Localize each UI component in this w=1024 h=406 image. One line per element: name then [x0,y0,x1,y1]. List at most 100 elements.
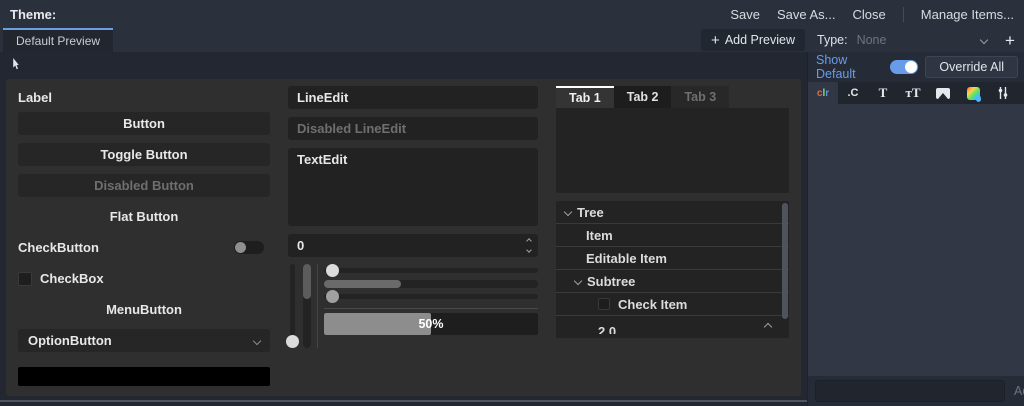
preview-h-slider-2[interactable] [324,290,538,303]
preview-v-scrollbar[interactable] [303,264,311,348]
preview-h-slider[interactable] [324,264,538,277]
checkbox-icon[interactable] [18,271,32,286]
pick-item-icon[interactable] [10,58,21,73]
tree-range-value: 2.0 [598,324,617,334]
tree-check-item-label: Check Item [618,296,688,312]
topbar-actions: Save Save As... Close Manage Items... [730,6,1014,22]
tab-font-size-items[interactable]: тT [898,82,928,104]
close-button[interactable]: Close [853,7,886,22]
chevron-down-icon[interactable] [526,247,532,253]
chevron-down-icon [979,35,989,45]
tree-scrollbar[interactable] [782,203,788,319]
show-default-toggle[interactable] [890,60,919,74]
preview-h-scrollbar[interactable] [324,280,538,288]
add-item-name-input[interactable] [815,380,1005,402]
override-all-button[interactable]: Override All [925,56,1018,78]
theme-editor-topbar: Theme: Save Save As... Close Manage Item… [0,0,1024,28]
plus-icon: + [711,31,720,49]
preview-spin-box[interactable]: 0 [288,234,538,257]
preview-tab-row: Default Preview + Add Preview Type: None… [0,28,1024,52]
add-item-button: Add [1014,384,1024,398]
h-slider-grabber[interactable] [326,290,339,303]
tree-root-label: Tree [577,204,604,220]
tree-row-check-item[interactable]: Check Item [556,293,789,316]
tree-row-root[interactable]: Tree [556,201,789,224]
splitter-grip[interactable] [0,400,807,402]
chevron-down-icon[interactable] [573,276,583,286]
tab-constant-items[interactable]: .C [838,82,868,104]
h-slider-grabber[interactable] [326,264,339,277]
v-slider-grabber[interactable] [286,335,299,348]
h-scrollbar-grabber[interactable] [324,280,402,288]
tab-color-items[interactable]: clr [808,82,838,104]
preview-text-edit[interactable]: TextEdit [288,148,538,226]
theme-preview-panel: Label Button Toggle Button Disabled Butt… [6,79,801,396]
preview-tab-2[interactable]: Tab 2 [613,86,672,108]
h-widgets-stack: 50% [324,264,538,348]
toggle-knob [905,61,918,73]
manage-items-button[interactable]: Manage Items... [921,7,1014,22]
preview-column-1: Label Button Toggle Button Disabled Butt… [18,86,270,386]
chevron-up-icon[interactable] [763,322,773,332]
tab-font-items[interactable]: T [868,82,898,104]
preview-label: Label [18,90,52,105]
constant-items-icon: .C [847,87,859,99]
spin-box-value: 0 [297,238,305,253]
preview-progress-bar: 50% [324,313,538,335]
progress-bar-value: 50% [418,317,444,331]
item-list-area [808,104,1024,376]
preview-tab-3: Tab 3 [671,86,730,108]
chevron-down-icon[interactable] [563,207,573,217]
tab-stylebox-items[interactable] [958,82,988,104]
items-panel-header: Show Default Override All [808,52,1024,82]
icon-items-icon [936,87,950,99]
font-items-icon: T [878,85,888,100]
toggle-off-icon[interactable] [234,241,264,254]
check-box-label: CheckBox [40,271,104,286]
color-items-icon: clr [816,87,830,99]
v-scrollbar-grabber[interactable] [303,264,311,300]
preview-area: Label Button Toggle Button Disabled Butt… [0,52,807,406]
tab-default-preview[interactable]: Default Preview [3,28,114,52]
preview-menu-button[interactable]: MenuButton [18,298,270,321]
add-type-button[interactable]: + [1000,32,1020,49]
tree-row-editable-item[interactable]: Editable Item [556,247,789,270]
checkbox-icon[interactable] [598,298,610,310]
preview-flat-button[interactable]: Flat Button [18,205,270,228]
chevron-up-icon[interactable] [526,238,532,244]
show-default-label: Show Default [816,53,856,81]
spin-box-arrows [526,238,532,253]
preview-disabled-line-edit: Disabled LineEdit [288,117,538,140]
v-separator [317,264,318,348]
save-button[interactable]: Save [730,7,760,22]
type-dropdown[interactable]: None [855,33,993,47]
theme-items-panel: Show Default Override All clr .C T тT A [807,52,1024,406]
tree-row-subtree[interactable]: Subtree [556,270,789,293]
preview-line-edit[interactable]: LineEdit [288,86,538,109]
type-bar: Type: None + [807,28,1024,52]
h-separator [324,308,538,309]
preview-tab-1[interactable]: Tab 1 [556,86,614,108]
preview-check-box[interactable]: CheckBox [18,267,270,290]
add-preview-button[interactable]: + Add Preview [701,29,805,51]
tree-row-range-item[interactable]: 2.0 [556,316,789,334]
slider-block: 50% [286,264,538,348]
type-label: Type: [817,33,848,47]
preview-toggle-button[interactable]: Toggle Button [18,143,270,166]
tree-row-item[interactable]: Item [556,224,789,247]
theme-editor-panel: Theme: Save Save As... Close Manage Item… [0,0,1024,406]
preview-v-slider[interactable] [286,264,299,348]
tab-misc-items[interactable] [988,82,1018,104]
preview-option-button[interactable]: OptionButton [18,329,270,352]
color-picker-button[interactable] [18,367,270,386]
tab-row-spacer [113,28,701,52]
sliders-icon [997,87,1009,99]
preview-button[interactable]: Button [18,112,270,135]
stylebox-items-icon [966,86,981,102]
tab-icon-items[interactable] [928,82,958,104]
check-button-label: CheckButton [18,240,99,255]
save-as-button[interactable]: Save As... [777,7,836,22]
preview-column-3: Tab 1 Tab 2 Tab 3 Tree Item Editable Ite… [556,86,789,386]
preview-tab-content-panel [556,108,789,193]
preview-check-button[interactable]: CheckButton [18,236,270,259]
